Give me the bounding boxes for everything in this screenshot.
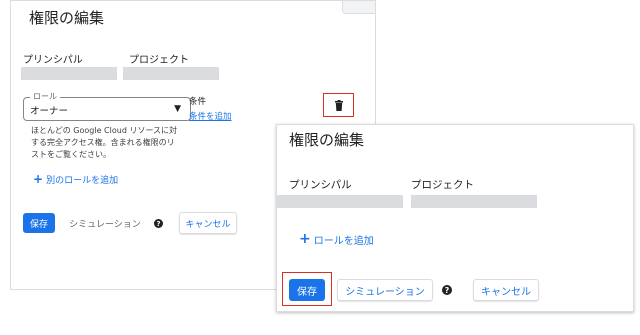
project-header: プロジェクト [411,179,474,191]
principal-value-redacted [277,195,403,208]
help-icon[interactable]: ? [442,285,452,295]
condition-label: 条件 [189,97,207,107]
role-description: ほとんどの Google Cloud リソースに対する完全アクセス権。含まれる権… [31,126,178,159]
plus-icon: + [299,231,311,247]
edit-permissions-panel-front: 権限の編集 プリンシパル プロジェクト + ロールを追加 保存 シミュレーション… [276,124,634,312]
add-another-role-button[interactable]: + 別のロールを追加 [33,172,118,186]
add-another-role-label: 別のロールを追加 [46,175,119,186]
principal-header: プリンシパル [23,55,83,66]
role-select-value: オーナー [30,106,69,117]
simulation-button[interactable]: シミュレーション [337,279,433,301]
delete-role-button[interactable] [323,93,354,117]
panel-title: 権限の編集 [29,9,105,27]
add-role-label: ロールを追加 [313,235,374,247]
save-button[interactable]: 保存 [289,279,325,301]
principal-value-redacted [21,67,117,80]
help-icon[interactable]: ? [154,219,163,228]
role-select-label: ロール [30,91,60,103]
cancel-button[interactable]: キャンセル [179,212,237,234]
plus-icon: + [33,172,44,186]
chevron-down-icon: ▼ [174,104,181,114]
trash-icon [334,99,343,111]
simulation-button[interactable]: シミュレーション [69,213,141,233]
role-select[interactable]: ロール オーナー ▼ [23,91,191,121]
cancel-button[interactable]: キャンセル [473,279,539,301]
project-value-redacted [411,195,537,208]
principal-header: プリンシパル [289,179,352,191]
panel-title: 権限の編集 [289,131,365,149]
panel-corner-tab [342,1,375,14]
add-condition-link[interactable]: 条件を追加 [189,110,232,122]
add-role-button[interactable]: + ロールを追加 [299,231,374,247]
save-button[interactable]: 保存 [23,213,55,233]
project-header: プロジェクト [129,55,189,66]
project-value-redacted [123,67,219,80]
